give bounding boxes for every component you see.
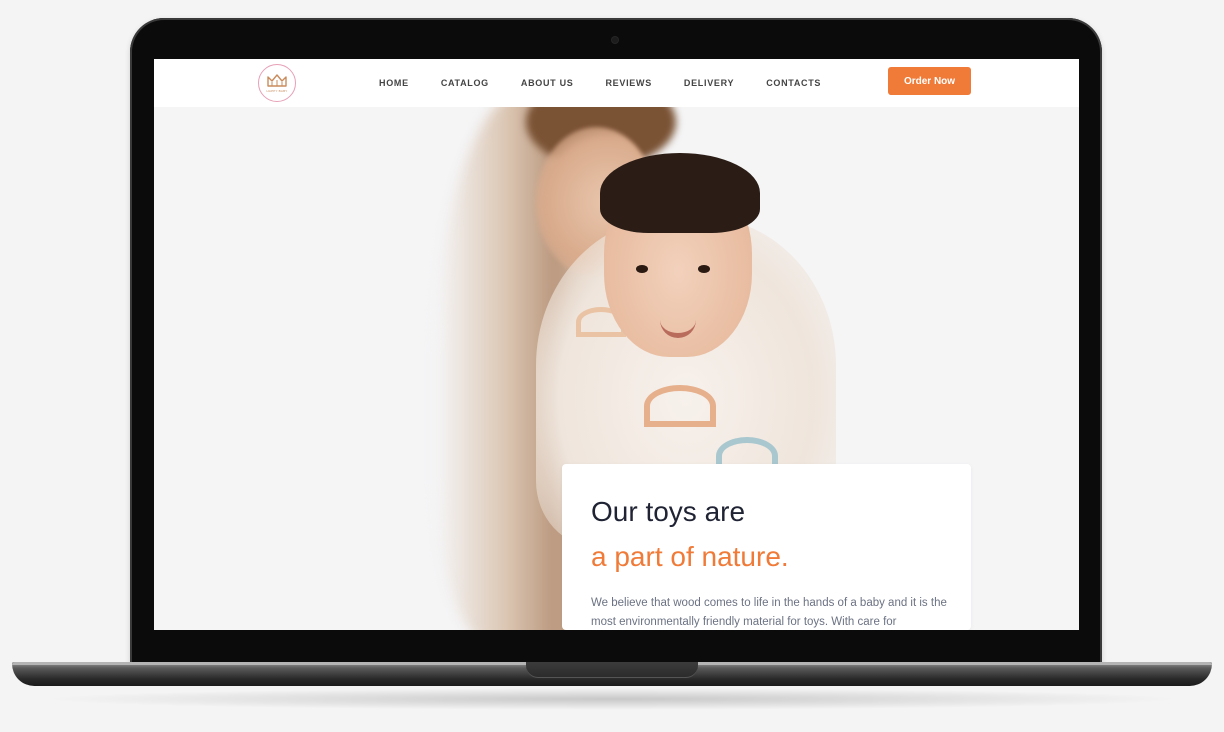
laptop-shadow <box>40 688 1184 710</box>
logo-text: HAPPY BABY <box>266 88 288 93</box>
laptop-notch <box>526 662 698 678</box>
baby-eye-right <box>698 265 710 273</box>
nav-item-delivery[interactable]: DELIVERY <box>684 78 734 88</box>
nav-item-about-us[interactable]: ABOUT US <box>521 78 574 88</box>
hero-card: Our toys are a part of nature. We believ… <box>562 464 971 630</box>
nav-item-reviews[interactable]: REVIEWS <box>605 78 651 88</box>
blanket-rainbow-pattern <box>644 385 716 427</box>
hero-heading-accent: a part of nature. <box>591 541 789 572</box>
laptop-screen: HAPPY BABY HOME CATALOG ABOUT US REVIEWS… <box>154 59 1079 630</box>
main-nav: HOME CATALOG ABOUT US REVIEWS DELIVERY C… <box>379 78 853 88</box>
crown-icon <box>267 73 287 87</box>
nav-item-contacts[interactable]: CONTACTS <box>766 78 821 88</box>
nav-item-catalog[interactable]: CATALOG <box>441 78 489 88</box>
laptop-camera <box>612 37 618 43</box>
hero-heading: Our toys are <box>591 496 746 527</box>
top-navbar: HAPPY BABY HOME CATALOG ABOUT US REVIEWS… <box>154 59 1079 107</box>
brand-logo[interactable]: HAPPY BABY <box>258 64 296 102</box>
baby-eye-left <box>636 265 648 273</box>
order-now-button[interactable]: Order Now <box>888 67 971 95</box>
baby-hair <box>600 153 760 233</box>
nav-item-home[interactable]: HOME <box>379 78 409 88</box>
hero-description: We believe that wood comes to life in th… <box>591 597 947 628</box>
